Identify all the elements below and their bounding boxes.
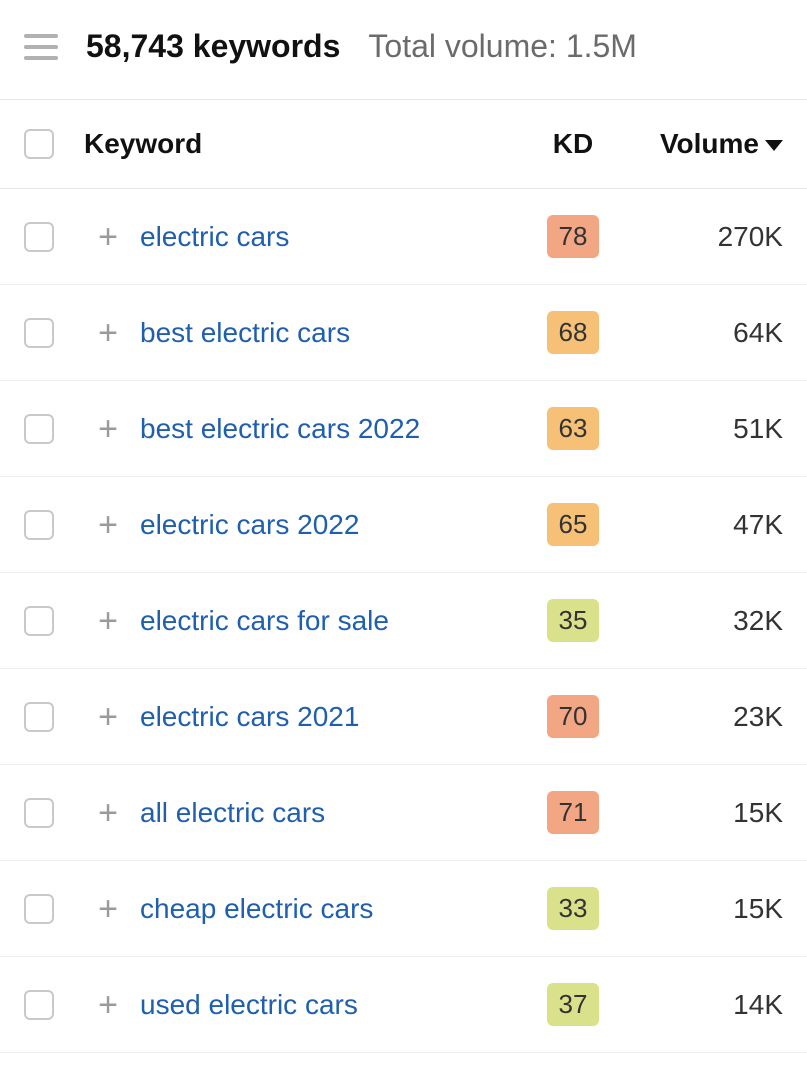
kd-badge: 35 (547, 599, 599, 642)
volume-value: 23K (733, 701, 783, 733)
add-icon[interactable]: + (98, 412, 118, 446)
column-header-keyword[interactable]: Keyword (80, 128, 523, 160)
add-icon[interactable]: + (98, 796, 118, 830)
volume-value: 32K (733, 605, 783, 637)
table-row: + all electric cars 71 15K (0, 765, 807, 861)
volume-value: 14K (733, 989, 783, 1021)
total-volume: Total volume: 1.5M (368, 28, 637, 65)
add-icon[interactable]: + (98, 700, 118, 734)
select-all-checkbox[interactable] (24, 129, 54, 159)
kd-badge: 78 (547, 215, 599, 258)
volume-value: 47K (733, 509, 783, 541)
keyword-count: 58,743 keywords (86, 28, 340, 65)
add-icon[interactable]: + (98, 316, 118, 350)
table-row: + electric cars 78 270K (0, 189, 807, 285)
table-row: + electric cars for sale 35 32K (0, 573, 807, 669)
keyword-link[interactable]: cheap electric cars (140, 893, 373, 924)
volume-value: 51K (733, 413, 783, 445)
keyword-link[interactable]: electric cars 2021 (140, 701, 359, 732)
keyword-link[interactable]: electric cars (140, 221, 289, 252)
add-icon[interactable]: + (98, 604, 118, 638)
table-row: + electric cars 2022 65 47K (0, 477, 807, 573)
column-header-volume-label: Volume (660, 128, 759, 160)
table-row: + best electric cars 2022 63 51K (0, 381, 807, 477)
keyword-link[interactable]: electric cars 2022 (140, 509, 359, 540)
column-header-kd[interactable]: KD (523, 128, 623, 160)
kd-badge: 71 (547, 791, 599, 834)
row-checkbox[interactable] (24, 894, 54, 924)
hamburger-icon[interactable] (24, 34, 58, 60)
volume-value: 15K (733, 797, 783, 829)
keyword-link[interactable]: used electric cars (140, 989, 358, 1020)
keyword-link[interactable]: best electric cars 2022 (140, 413, 420, 444)
add-icon[interactable]: + (98, 220, 118, 254)
add-icon[interactable]: + (98, 892, 118, 926)
kd-badge: 63 (547, 407, 599, 450)
kd-badge: 68 (547, 311, 599, 354)
row-checkbox[interactable] (24, 510, 54, 540)
add-icon[interactable]: + (98, 508, 118, 542)
row-checkbox[interactable] (24, 990, 54, 1020)
row-checkbox[interactable] (24, 606, 54, 636)
kd-badge: 37 (547, 983, 599, 1026)
table-row: + electric cars 2021 70 23K (0, 669, 807, 765)
table-header-row: Keyword KD Volume (0, 100, 807, 189)
table-row: + used electric cars 37 14K (0, 957, 807, 1053)
kd-badge: 65 (547, 503, 599, 546)
caret-down-icon (765, 140, 783, 151)
keyword-link[interactable]: all electric cars (140, 797, 325, 828)
row-checkbox[interactable] (24, 414, 54, 444)
column-header-volume[interactable]: Volume (623, 128, 783, 160)
table-row: + best electric cars 68 64K (0, 285, 807, 381)
summary-bar: 58,743 keywords Total volume: 1.5M (0, 0, 807, 100)
volume-value: 270K (718, 221, 783, 253)
row-checkbox[interactable] (24, 222, 54, 252)
keyword-link[interactable]: electric cars for sale (140, 605, 389, 636)
row-checkbox[interactable] (24, 702, 54, 732)
table-row: + cheap electric cars 33 15K (0, 861, 807, 957)
kd-badge: 33 (547, 887, 599, 930)
row-checkbox[interactable] (24, 318, 54, 348)
keyword-link[interactable]: best electric cars (140, 317, 350, 348)
volume-value: 15K (733, 893, 783, 925)
kd-badge: 70 (547, 695, 599, 738)
volume-value: 64K (733, 317, 783, 349)
row-checkbox[interactable] (24, 798, 54, 828)
add-icon[interactable]: + (98, 988, 118, 1022)
